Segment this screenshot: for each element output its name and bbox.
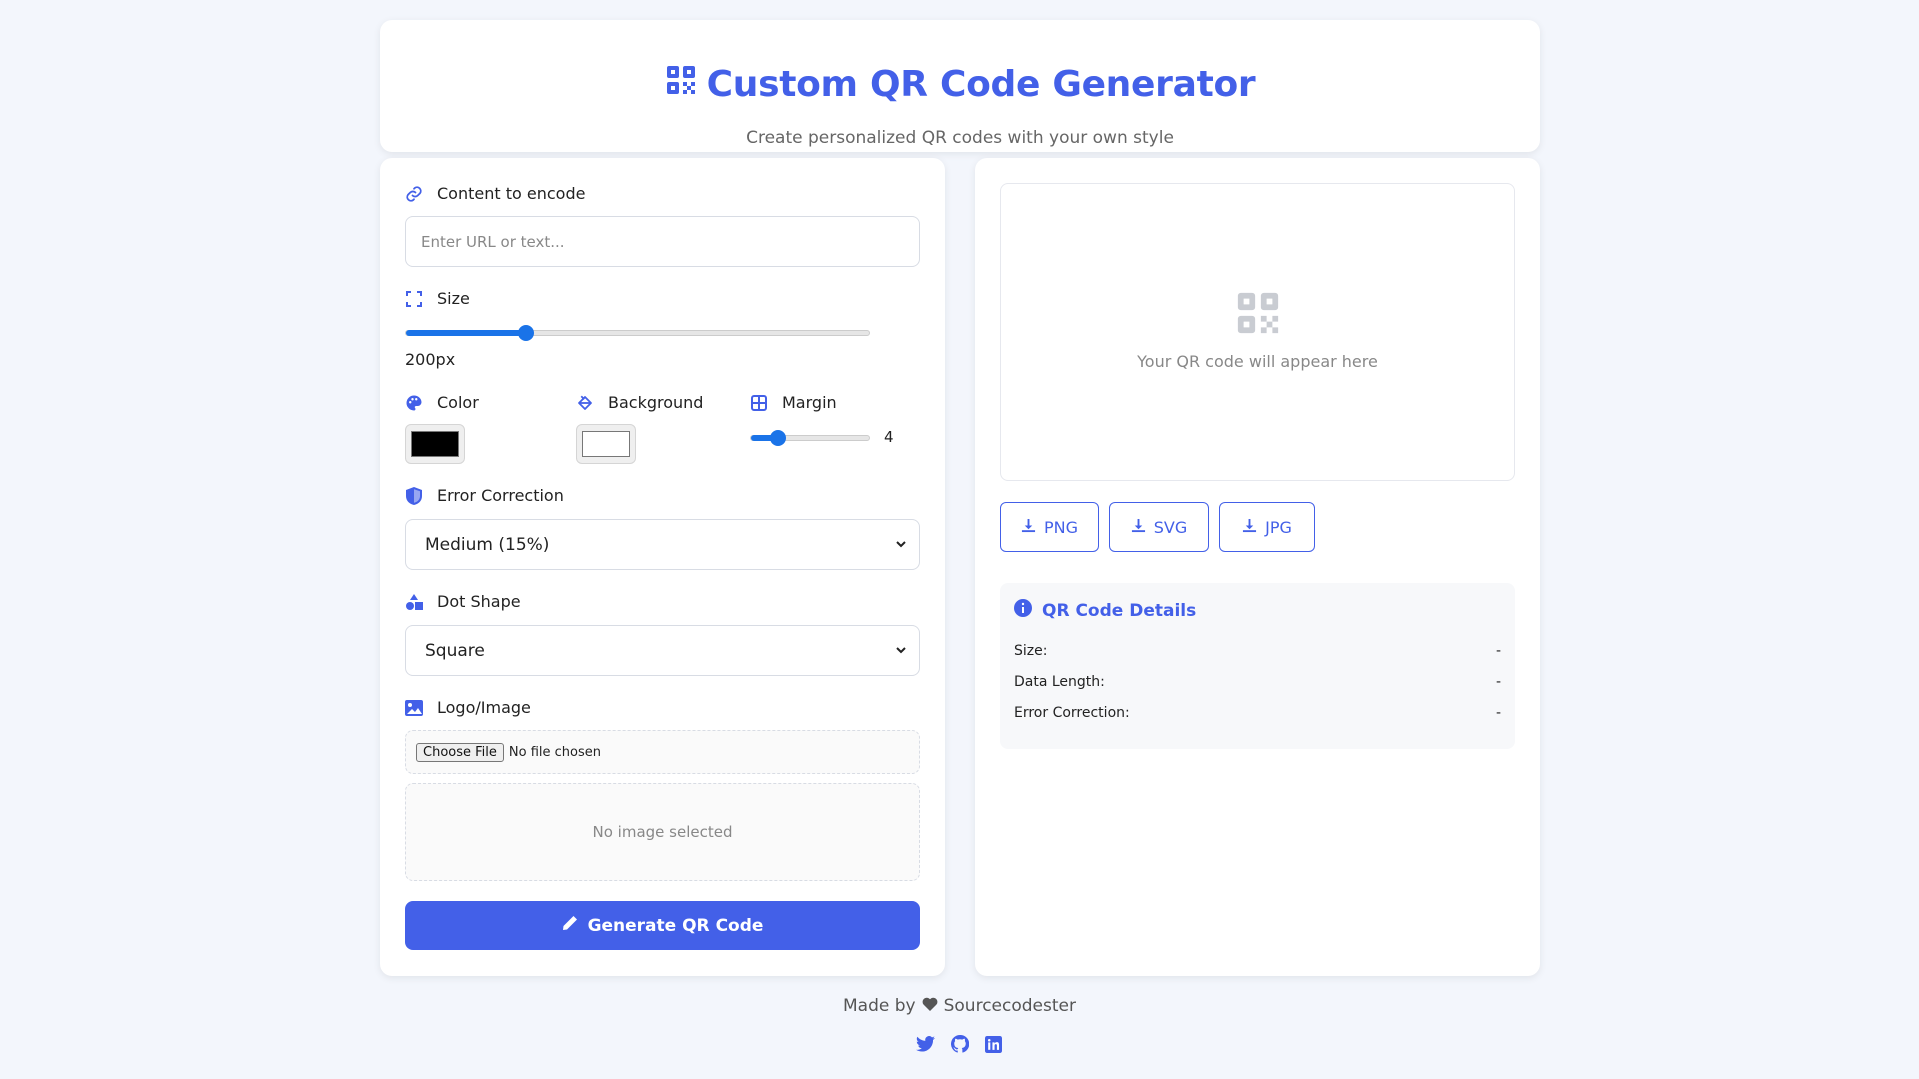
download-icon xyxy=(1021,518,1036,537)
download-icon xyxy=(1242,518,1257,537)
github-icon[interactable] xyxy=(950,1034,970,1054)
footer-author: Sourcecodester xyxy=(943,996,1076,1016)
color-swatch xyxy=(411,431,459,457)
qr-placeholder: Your QR code will appear here xyxy=(1001,290,1514,371)
background-picker[interactable] xyxy=(576,424,636,464)
size-value: 200px xyxy=(405,350,456,369)
shield-icon xyxy=(405,486,423,505)
detail-row-size: Size: - xyxy=(1014,643,1501,659)
download-png-button[interactable]: PNG xyxy=(1000,502,1099,552)
chevron-down-icon xyxy=(895,641,907,661)
qr-details-title: QR Code Details xyxy=(1014,599,1196,622)
image-icon xyxy=(405,699,423,717)
size-label: Size xyxy=(405,289,470,308)
qr-preview-area: Your QR code will appear here xyxy=(1000,183,1515,481)
logo-preview: No image selected xyxy=(405,783,920,881)
qr-placeholder-text: Your QR code will appear here xyxy=(1137,352,1378,371)
download-jpg-button[interactable]: JPG xyxy=(1219,502,1315,552)
social-links xyxy=(0,1034,1919,1054)
preview-card: Your QR code will appear here PNG SVG JP… xyxy=(975,158,1540,976)
download-icon xyxy=(1131,518,1146,537)
fill-drip-icon xyxy=(576,394,594,412)
grid-icon xyxy=(750,394,768,412)
form-card: Content to encode Size 200px Color Backg… xyxy=(380,158,945,976)
margin-slider[interactable] xyxy=(750,430,870,446)
error-correction-label: Error Correction xyxy=(405,486,564,505)
dot-shape-label: Dot Shape xyxy=(405,592,521,611)
heart-icon xyxy=(922,996,938,1016)
pencil-icon xyxy=(562,915,578,936)
size-slider[interactable] xyxy=(405,325,870,341)
margin-label: Margin xyxy=(750,393,837,412)
expand-icon xyxy=(405,290,423,308)
background-label: Background xyxy=(576,393,703,412)
error-correction-select[interactable]: Medium (15%) xyxy=(405,519,920,570)
content-input[interactable] xyxy=(405,216,920,267)
linkedin-icon[interactable] xyxy=(984,1034,1004,1054)
size-slider-thumb[interactable] xyxy=(518,325,535,341)
qr-details-panel: QR Code Details Size: - Data Length: - E… xyxy=(1000,583,1515,749)
file-status: No file chosen xyxy=(508,744,601,760)
link-icon xyxy=(405,185,423,203)
page-title: Custom QR Code Generator xyxy=(380,64,1540,105)
header-card: Custom QR Code Generator Create personal… xyxy=(380,20,1540,152)
info-icon xyxy=(1014,599,1032,622)
page-title-text: Custom QR Code Generator xyxy=(706,64,1256,105)
detail-row-data-length: Data Length: - xyxy=(1014,674,1501,690)
logo-file-input[interactable]: Choose File No file chosen xyxy=(405,730,920,774)
color-label: Color xyxy=(405,393,479,412)
footer-credit: Made by Sourcecodester xyxy=(843,996,1076,1016)
margin-value: 4 xyxy=(884,428,894,446)
twitter-icon[interactable] xyxy=(916,1034,936,1054)
generate-button[interactable]: Generate QR Code xyxy=(405,901,920,950)
background-swatch xyxy=(582,431,630,457)
palette-icon xyxy=(405,394,423,412)
shapes-icon xyxy=(405,593,423,611)
page-subtitle: Create personalized QR codes with your o… xyxy=(746,128,1174,148)
color-picker[interactable] xyxy=(405,424,465,464)
margin-slider-thumb[interactable] xyxy=(770,430,787,446)
detail-row-error-correction: Error Correction: - xyxy=(1014,705,1501,721)
dot-shape-select[interactable]: Square xyxy=(405,625,920,676)
choose-file-button[interactable]: Choose File xyxy=(416,742,504,762)
qrcode-placeholder-icon xyxy=(1235,292,1281,340)
chevron-down-icon xyxy=(895,535,907,555)
size-slider-fill xyxy=(406,330,527,336)
qrcode-icon xyxy=(665,64,697,105)
content-label: Content to encode xyxy=(405,184,585,203)
download-svg-button[interactable]: SVG xyxy=(1109,502,1209,552)
logo-label: Logo/Image xyxy=(405,698,531,717)
